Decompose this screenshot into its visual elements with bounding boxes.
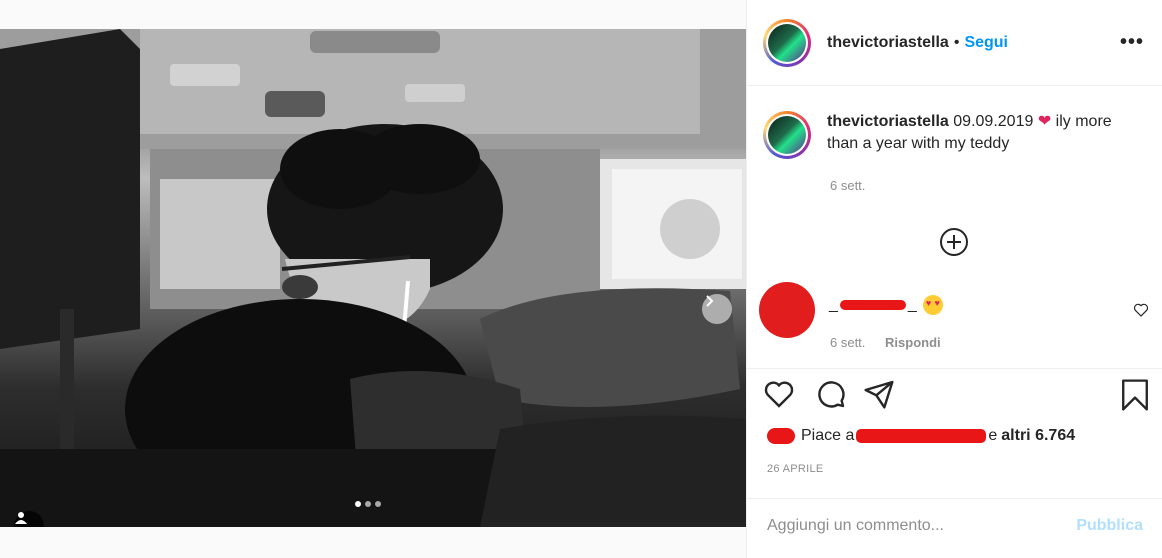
comment-meta: 6 sett. Rispondi <box>830 335 941 350</box>
action-bar <box>763 378 1153 414</box>
user-icon <box>15 512 27 524</box>
next-photo-button[interactable] <box>702 294 732 324</box>
caption: thevictoriastella 09.09.2019 ❤ ily more … <box>763 111 1117 159</box>
avatar-border <box>766 114 808 156</box>
avatar <box>768 23 806 62</box>
photo-panel <box>0 0 746 558</box>
comment-item: _ _ 6 sett. Rispondi <box>759 282 1159 362</box>
carousel-dots <box>355 501 381 507</box>
caption-avatar[interactable] <box>763 111 811 159</box>
chevron-right-icon <box>706 295 714 307</box>
reply-button[interactable]: Rispondi <box>885 335 941 350</box>
comment-input[interactable] <box>767 517 1057 535</box>
comment-text: _ _ <box>829 295 943 315</box>
car-interior-photo <box>0 29 746 527</box>
header-username[interactable]: thevictoriastella <box>827 34 949 52</box>
likes-summary: Piace a e altri 6.764 <box>767 427 1075 445</box>
publish-button[interactable]: Pubblica <box>1076 517 1143 535</box>
avatar <box>768 116 806 154</box>
caption-date: 09.09.2019 <box>953 113 1034 130</box>
more-options-icon[interactable]: ••• <box>1120 31 1144 54</box>
caption-text: thevictoriastella 09.09.2019 ❤ ily more … <box>827 111 1117 159</box>
avatar-border <box>766 21 808 64</box>
comment-timestamp: 6 sett. <box>830 335 866 350</box>
carousel-dot-3 <box>375 501 381 507</box>
post-header: thevictoriastella • Segui ••• <box>747 0 1162 86</box>
comment-suffix: _ <box>907 296 917 313</box>
likes-middle: e <box>988 427 998 444</box>
likes-others[interactable]: altri 6.764 <box>1001 427 1075 445</box>
post-photo[interactable] <box>0 29 746 527</box>
redacted-username <box>839 300 906 310</box>
heart-eyes-emoji <box>922 295 943 315</box>
separator-bullet: • <box>953 33 960 51</box>
redacted-liker-avatar <box>767 428 795 444</box>
caption-username[interactable]: thevictoriastella <box>827 113 949 130</box>
comments-section: thevictoriastella 09.09.2019 ❤ ily more … <box>747 87 1162 369</box>
redacted-avatar <box>759 282 815 338</box>
story-avatar[interactable] <box>763 18 811 67</box>
add-comment-bar: Pubblica <box>747 498 1162 558</box>
comment-like-icon[interactable] <box>1133 302 1149 318</box>
carousel-dot-1 <box>355 501 361 507</box>
heart-emoji: ❤ <box>1037 113 1052 130</box>
comment-icon[interactable] <box>815 378 847 410</box>
carousel-dot-2 <box>365 501 371 507</box>
caption-timestamp: 6 sett. <box>830 178 866 193</box>
load-more-comments-icon[interactable] <box>939 227 969 257</box>
post-date: 26 APRILE <box>767 463 824 475</box>
comment-prefix: _ <box>829 296 838 313</box>
share-icon[interactable] <box>863 378 895 410</box>
save-bookmark-icon[interactable] <box>1119 378 1151 412</box>
likes-prefix: Piace a <box>801 427 855 444</box>
follow-button[interactable]: Segui <box>964 34 1008 52</box>
like-icon[interactable] <box>763 378 795 410</box>
post-sidebar: thevictoriastella • Segui ••• thevictori… <box>746 0 1162 558</box>
redacted-liker-name <box>856 429 987 443</box>
